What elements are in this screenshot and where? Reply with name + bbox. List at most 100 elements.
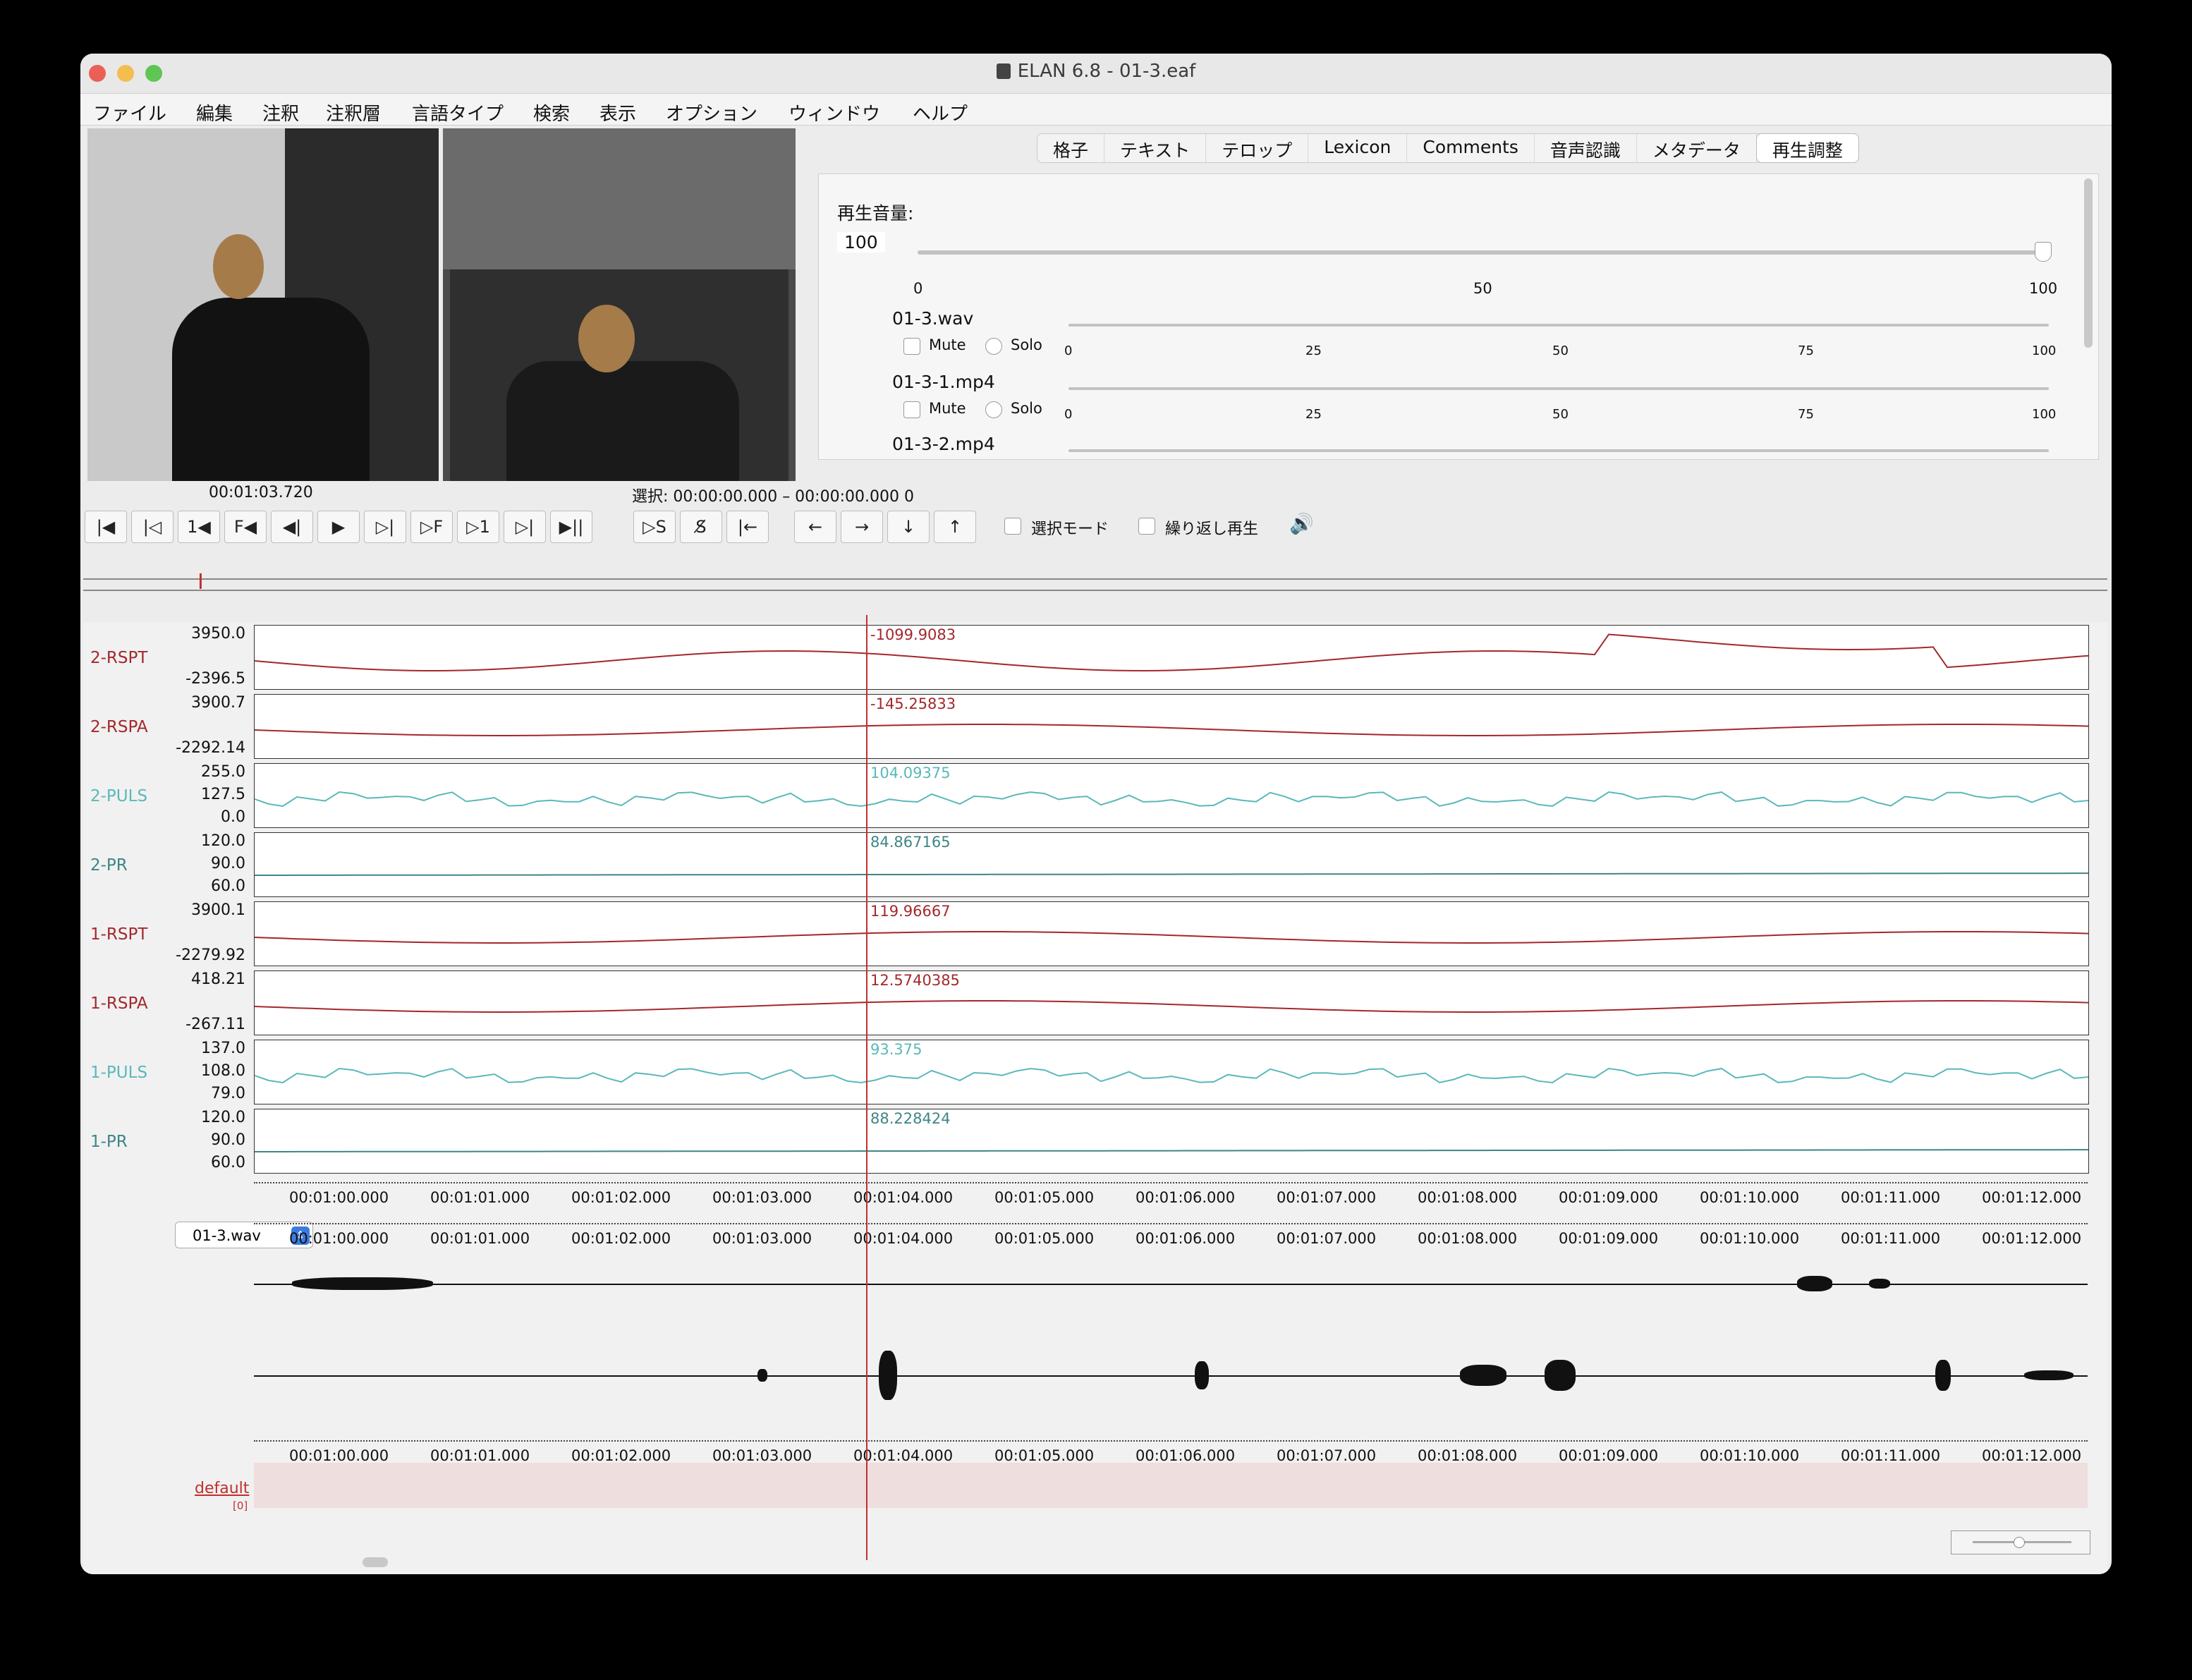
scale-label: 0 [1064,407,1073,422]
menu-view[interactable]: 表示 [599,99,636,126]
scale-label: 50 [1552,343,1569,358]
time-tick-label: 00:01:06.000 [1135,1230,1236,1247]
tab-playback-controls[interactable]: 再生調整 [1756,134,1858,162]
time-tick-label: 00:01:03.000 [712,1189,812,1206]
waveform-burst [1935,1360,1951,1391]
solo-label: Solo [1011,336,1042,353]
tab-text[interactable]: テキスト [1104,134,1207,162]
tier-name[interactable]: default [195,1480,249,1497]
volume-speaker-icon[interactable]: 🔊 [1289,512,1314,535]
frame-forward-button[interactable]: ▷F [410,511,453,543]
time-tick-label: 00:01:02.000 [571,1189,671,1206]
menu-search[interactable]: 検索 [533,99,570,126]
menu-annotation[interactable]: 注釈 [262,99,299,126]
next-frame-button[interactable]: ▷| [504,511,546,543]
time-tick-label: 00:01:12.000 [1982,1447,2082,1464]
time-ruler-ticks [254,1440,2088,1446]
right-arrow-button[interactable]: → [841,511,883,543]
step-back-second-button[interactable]: 1◀ [178,511,220,543]
timeseries-plot[interactable] [254,763,2089,828]
solo-radio[interactable] [985,401,1002,418]
splitter[interactable] [83,578,2107,591]
clear-selection-button[interactable]: S̸ [680,511,722,543]
timeseries-plot[interactable] [254,901,2089,966]
crosshair-value: -145.25833 [870,695,956,712]
mute-checkbox[interactable] [903,338,920,355]
tab-grid[interactable]: 格子 [1037,134,1105,162]
selection-mode-checkbox[interactable] [1004,518,1021,535]
time-tick-label: 00:01:11.000 [1841,1447,1941,1464]
selection-begin-button[interactable]: |← [726,511,769,543]
tab-subtitles[interactable]: テロップ [1206,134,1309,162]
previous-frame-button[interactable]: |◁ [131,511,173,543]
scale-label: 0 [913,280,923,297]
menu-tier[interactable]: 注釈層 [326,99,381,126]
step-forward-second-button[interactable]: ▷1 [457,511,499,543]
master-volume-knob[interactable] [2035,242,2052,262]
solo-radio[interactable] [985,338,1002,355]
go-to-end-button[interactable]: ▶|| [550,511,592,543]
track-volume-slider[interactable] [1068,324,2049,327]
time-tick-label: 00:01:07.000 [1277,1230,1377,1247]
horizontal-scrollbar[interactable] [363,1557,388,1567]
timeseries-plot[interactable] [254,625,2089,690]
play-selection-button[interactable]: ▷S [633,511,676,543]
track-volume-slider[interactable] [1068,449,2049,452]
tab-metadata[interactable]: メタデータ [1637,134,1757,162]
timeseries-plot[interactable] [254,1109,2089,1174]
y-axis-label: 127.5 [201,786,245,803]
go-to-begin-button[interactable]: |◀ [85,511,127,543]
tier-count: [0] [233,1499,248,1512]
time-tick-label: 00:01:10.000 [1700,1189,1800,1206]
time-tick-label: 00:01:11.000 [1841,1230,1941,1247]
menu-edit[interactable]: 編集 [196,99,233,126]
menu-help[interactable]: ヘルプ [913,99,968,126]
tab-recognizer[interactable]: 音声認識 [1535,134,1637,162]
tier-default-row[interactable] [254,1463,2088,1508]
up-arrow-button[interactable]: ↑ [934,511,976,543]
timeseries-line [254,791,2089,808]
loop-mode-checkbox[interactable] [1138,518,1155,535]
down-arrow-button[interactable]: ↓ [887,511,930,543]
pixel-forward-button[interactable]: ▷| [364,511,406,543]
y-axis-label: 3900.1 [191,901,245,919]
time-tick-label: 00:01:00.000 [289,1447,389,1464]
selection-info: 選択: 00:00:00.000 – 00:00:00.000 0 [632,488,914,506]
scale-label: 100 [2029,280,2058,297]
tab-comments[interactable]: Comments [1407,134,1535,162]
timeseries-line [254,724,2089,736]
timeseries-plot[interactable] [254,694,2089,759]
time-tick-label: 00:01:01.000 [430,1447,530,1464]
timeseries-line [254,1000,2089,1013]
time-tick-label: 00:01:07.000 [1277,1447,1377,1464]
zoom-slider[interactable] [1951,1530,2090,1554]
panel-scrollbar[interactable] [2084,178,2093,348]
track-volume-slider[interactable] [1068,387,2049,390]
time-tick-label: 00:01:07.000 [1277,1189,1377,1206]
y-axis-label: 137.0 [201,1040,245,1057]
waveform-channel-2[interactable] [254,1375,2088,1377]
master-volume-slider[interactable] [918,250,2046,255]
menu-linguistic-type[interactable]: 言語タイプ [412,99,504,126]
timeseries-plot[interactable] [254,1040,2089,1104]
waveform-burst [757,1369,767,1382]
y-axis-label: 120.0 [201,1109,245,1126]
mute-checkbox[interactable] [903,401,920,418]
playback-controls-panel: 再生音量: 100 0 50 100 01-3.wav Mute Solo 0 … [818,174,2099,460]
pixel-back-button[interactable]: ◀| [271,511,313,543]
menu-file[interactable]: ファイル [93,99,166,126]
menu-options[interactable]: オプション [666,99,757,126]
scale-label: 0 [1064,343,1073,358]
timeseries-line [255,872,2088,876]
tab-lexicon[interactable]: Lexicon [1308,134,1408,162]
timeseries-plot[interactable] [254,832,2089,897]
video-player-2[interactable] [443,128,796,481]
menu-window[interactable]: ウィンドウ [788,99,880,126]
play-button[interactable]: ▶ [317,511,360,543]
timeseries-plot[interactable] [254,970,2089,1035]
time-tick-label: 00:01:03.000 [712,1230,812,1247]
frame-back-button[interactable]: F◀ [224,511,267,543]
video-player-1[interactable] [87,128,439,481]
crosshair-value: -1099.9083 [870,626,956,643]
left-arrow-button[interactable]: ← [794,511,836,543]
